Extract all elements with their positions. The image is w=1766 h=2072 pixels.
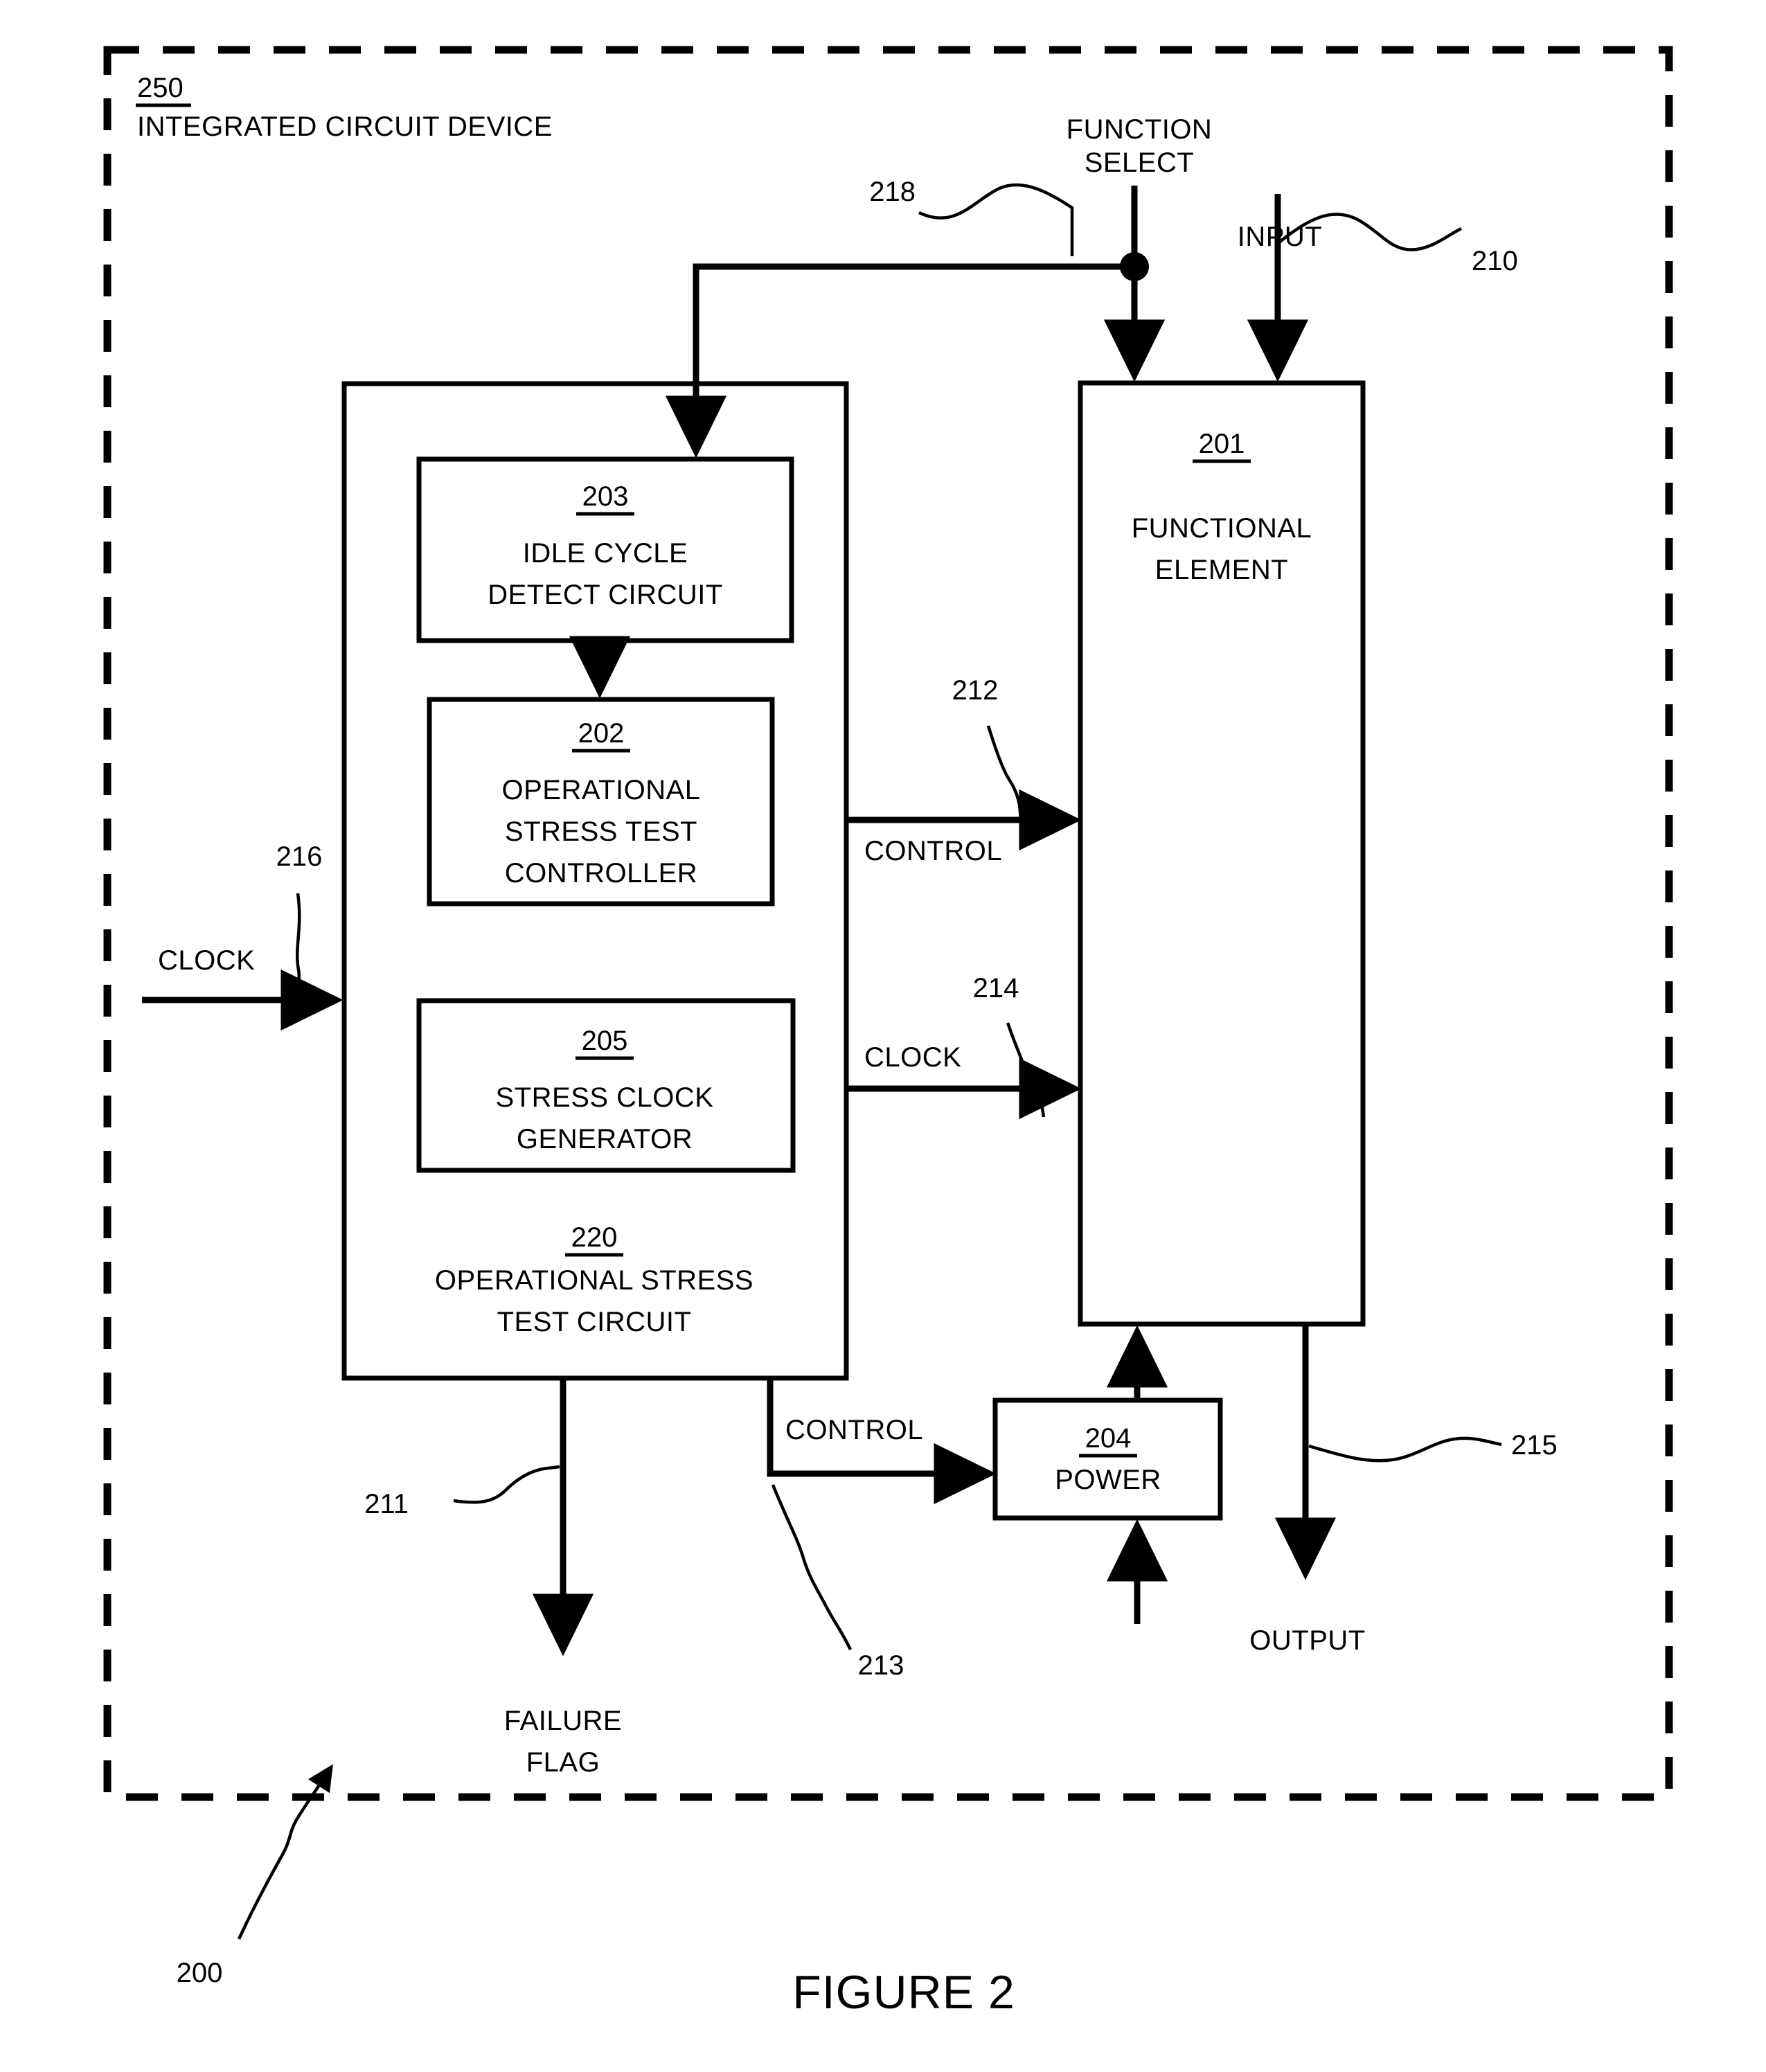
block-220-name-line1: OPERATIONAL STRESS [435, 1265, 753, 1296]
ref-213: 213 [858, 1650, 904, 1681]
failure-flag-label-line2: FLAG [526, 1747, 600, 1778]
control-212-label: CONTROL [864, 836, 1002, 866]
clock-214-label: CLOCK [864, 1042, 961, 1073]
clock-in-label: CLOCK [158, 945, 255, 976]
block-203-name-line2: DETECT CIRCUIT [488, 580, 723, 610]
leader-line-216 [289, 893, 301, 1006]
device-ref-250: 250 [137, 73, 184, 103]
ref-212: 212 [952, 675, 999, 706]
ref-214: 214 [973, 973, 1019, 1003]
leader-line-212 [986, 725, 1023, 819]
block-205-name-line1: STRESS CLOCK [496, 1082, 714, 1113]
leader-line-218 [918, 183, 1074, 256]
block-205-name-line2: GENERATOR [517, 1124, 693, 1154]
block-201-name-line1: FUNCTIONAL [1132, 513, 1312, 544]
leader-line-214 [1006, 1022, 1046, 1118]
block-202-ref: 202 [578, 718, 625, 749]
device-boundary-250 [103, 46, 1673, 1801]
block-204-name-line1: POWER [1055, 1465, 1161, 1495]
control-213-label: CONTROL [785, 1415, 923, 1445]
device-name: INTEGRATED CIRCUIT DEVICE [137, 111, 553, 142]
leader-line-200 [237, 1764, 333, 1940]
block-204-ref: 204 [1085, 1423, 1132, 1454]
ref-211: 211 [364, 1489, 409, 1519]
ref-215: 215 [1511, 1430, 1558, 1461]
ref-216: 216 [276, 841, 323, 872]
block-201-name-line2: ELEMENT [1155, 555, 1288, 585]
wire-function-select-to-203 [665, 263, 1134, 458]
leader-line-211 [453, 1465, 560, 1504]
block-202-name-line3: CONTROLLER [505, 858, 697, 888]
input-label: INPUT [1238, 222, 1323, 252]
block-220-ref: 220 [571, 1222, 618, 1253]
leader-line-213 [771, 1484, 853, 1650]
patent-figure-2-svg: 250 INTEGRATED CIRCUIT DEVICE FUNCTION S… [103, 46, 1673, 2019]
output-label: OUTPUT [1249, 1625, 1365, 1656]
figure-canvas: 250 INTEGRATED CIRCUIT DEVICE FUNCTION S… [0, 0, 1766, 2072]
block-203-name-line1: IDLE CYCLE [523, 538, 688, 569]
block-220-name-line2: TEST CIRCUIT [497, 1307, 692, 1337]
leader-line-215 [1308, 1436, 1502, 1463]
figure-overall-ref-200: 200 [177, 1958, 223, 1988]
block-201-ref: 201 [1199, 429, 1245, 459]
block-203-ref: 203 [582, 481, 629, 512]
function-select-label-line2: SELECT [1085, 148, 1195, 178]
block-204-power[interactable] [992, 1397, 1223, 1521]
block-202-name-line2: STRESS TEST [505, 816, 697, 847]
failure-flag-label-line1: FAILURE [504, 1706, 622, 1736]
function-select-label-line1: FUNCTION [1067, 114, 1213, 145]
block-202-name-line1: OPERATIONAL [501, 775, 700, 805]
ref-210: 210 [1472, 246, 1518, 276]
figure-title: FIGURE 2 [792, 1966, 1015, 2019]
ref-218: 218 [869, 177, 916, 207]
block-205-ref: 205 [582, 1026, 628, 1056]
